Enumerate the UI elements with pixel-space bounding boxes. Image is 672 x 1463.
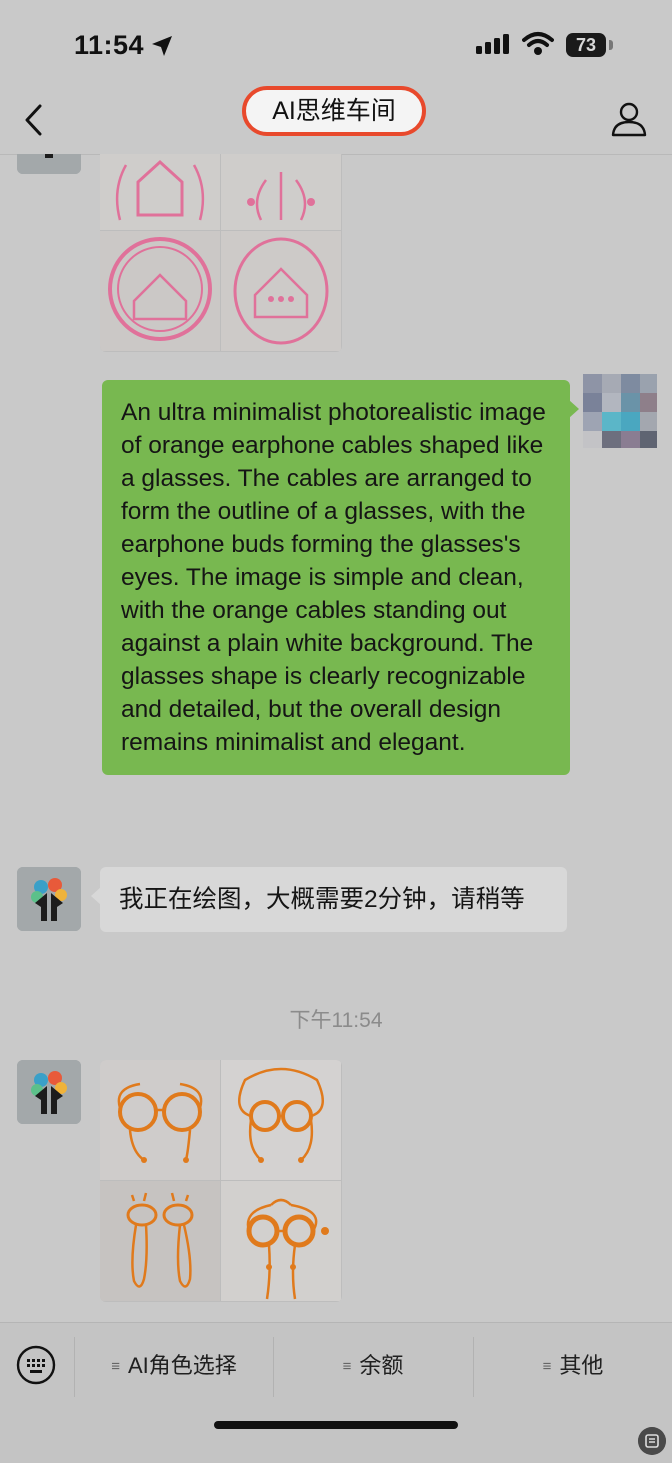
orange-glasses-tile-4	[221, 1181, 341, 1301]
nav-bar: AI思维车间	[0, 86, 672, 155]
pink-cable-tile-1	[100, 154, 220, 230]
user-avatar-image	[583, 374, 657, 448]
battery-cap	[609, 40, 613, 50]
location-arrow-icon	[152, 36, 172, 56]
status-time: 11:54	[74, 30, 145, 60]
home-indicator[interactable]	[214, 1421, 458, 1429]
bot-avatar[interactable]	[17, 154, 81, 174]
user-message-bubble[interactable]: An ultra minimalist photorealistic image…	[102, 380, 579, 775]
bot-logo-icon	[17, 867, 81, 931]
bot-logo-icon	[17, 1060, 81, 1124]
chat-area[interactable]: An ultra minimalist photorealistic image…	[0, 154, 672, 1322]
menu-item-label: AI角色选择	[127, 1353, 237, 1378]
bottom-menu: ≡ AI角色选择 ≡ 余额 ≡ 其他	[0, 1322, 672, 1463]
battery-indicator: 73	[566, 33, 606, 57]
chat-title: AI思维车间	[242, 86, 426, 136]
pink-cable-tile-3	[100, 231, 220, 351]
menu-list-icon: ≡	[111, 1358, 120, 1375]
menu-item-label: 其他	[559, 1353, 604, 1378]
generated-image-grid-orange[interactable]	[100, 1060, 342, 1302]
message-timestamp: 下午11:54	[289, 1009, 383, 1032]
menu-item-label: 余额	[359, 1353, 404, 1378]
bot-message-bubble[interactable]: 我正在绘图，大概需要2分钟，请稍等	[91, 867, 567, 932]
menu-list-icon: ≡	[342, 1358, 352, 1375]
status-bar: 11:54 73	[0, 0, 672, 92]
pink-cable-tile-2	[221, 154, 341, 230]
bot-avatar[interactable]	[17, 867, 81, 931]
orange-glasses-tile-2	[221, 1060, 341, 1180]
menu-other[interactable]: ≡ 其他	[474, 1323, 672, 1409]
user-avatar[interactable]	[583, 374, 657, 448]
bot-avatar[interactable]	[17, 1060, 81, 1124]
menu-list-icon: ≡	[542, 1358, 552, 1375]
pink-cable-tile-4	[221, 231, 341, 351]
orange-glasses-tile-1	[100, 1060, 220, 1180]
menu-balance[interactable]: ≡ 余额	[274, 1323, 472, 1409]
text-scan-icon[interactable]	[638, 1427, 666, 1455]
bot-logo-icon	[17, 154, 81, 174]
orange-glasses-tile-3	[100, 1181, 220, 1301]
keyboard-toggle-icon[interactable]	[16, 1345, 56, 1385]
cellular-signal-icon	[476, 34, 509, 54]
profile-icon[interactable]	[610, 100, 648, 138]
generated-image-grid-pink[interactable]	[100, 154, 342, 352]
back-chevron-icon[interactable]	[20, 102, 46, 138]
wifi-icon	[522, 32, 554, 55]
menu-ai-role-select[interactable]: ≡ AI角色选择	[75, 1323, 273, 1409]
